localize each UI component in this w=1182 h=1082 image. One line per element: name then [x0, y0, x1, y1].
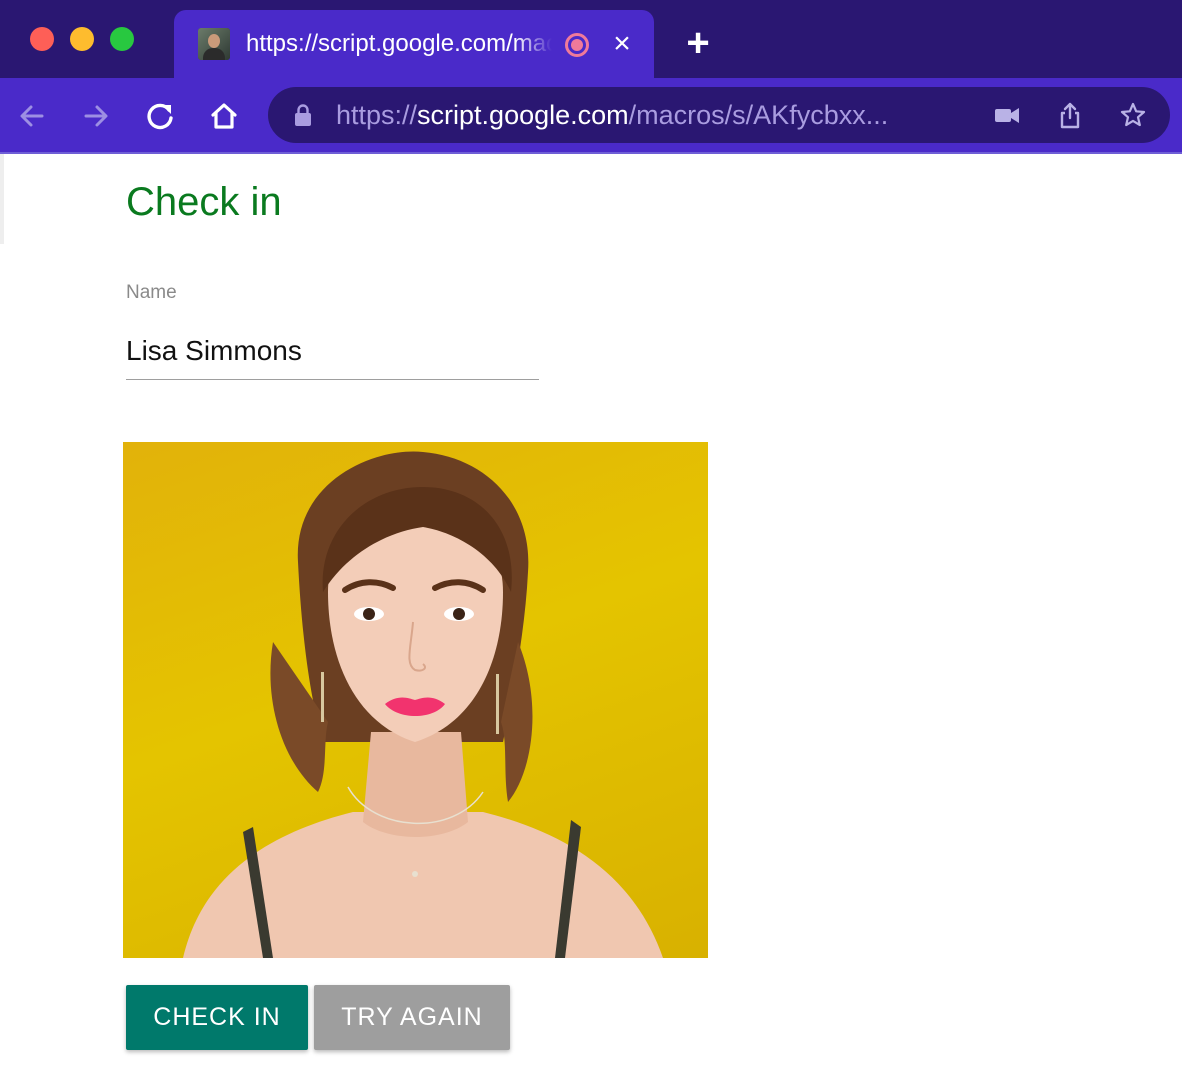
- forward-arrow-icon: [84, 105, 108, 127]
- recording-icon[interactable]: [565, 33, 589, 57]
- forward-button[interactable]: [76, 96, 116, 136]
- tab-close-button[interactable]: ×: [606, 28, 638, 60]
- new-tab-button[interactable]: +: [680, 23, 716, 63]
- home-button[interactable]: [204, 96, 244, 136]
- check-in-button[interactable]: CHECK IN: [126, 985, 308, 1050]
- profile-photo-icon: [198, 28, 230, 60]
- url-text[interactable]: https://script.google.com/macros/s/AKfyc…: [336, 97, 956, 133]
- back-button[interactable]: [12, 96, 52, 136]
- captured-face-photo: [123, 442, 708, 958]
- lock-icon: [295, 104, 311, 126]
- reload-icon: [147, 103, 173, 130]
- home-icon: [211, 103, 237, 129]
- back-arrow-icon: [20, 105, 44, 127]
- star-icon[interactable]: [1119, 101, 1147, 129]
- active-tab[interactable]: https://script.google.com/macros/s/AKfyc…: [174, 10, 654, 78]
- share-icon[interactable]: [1056, 101, 1084, 129]
- address-bar[interactable]: https://script.google.com/macros/s/AKfyc…: [268, 87, 1170, 143]
- tab-title: https://script.google.com/macros/s/AKfyc…: [246, 30, 552, 57]
- browser-tab-bar: https://script.google.com/macros/s/AKfyc…: [0, 0, 1182, 78]
- url-path: /macros/s/AKfycbxx: [628, 100, 866, 130]
- close-window-button[interactable]: [30, 27, 54, 51]
- url-scheme: https://: [336, 100, 418, 130]
- name-input[interactable]: [126, 322, 539, 380]
- toolbar-divider: [0, 152, 1182, 154]
- page-edge: [0, 154, 4, 244]
- reload-button[interactable]: [140, 96, 180, 136]
- url-host: script.google.com: [417, 100, 629, 130]
- portrait-image: [183, 451, 663, 958]
- minimize-window-button[interactable]: [70, 27, 94, 51]
- try-again-button[interactable]: TRY AGAIN: [314, 985, 510, 1050]
- zoom-window-button[interactable]: [110, 27, 134, 51]
- url-ellipsis: ...: [865, 100, 889, 130]
- name-field-label: Name: [126, 282, 177, 303]
- video-camera-icon[interactable]: [993, 101, 1021, 129]
- page-title: Check in: [126, 180, 282, 224]
- browser-toolbar: https://script.google.com/macros/s/AKfyc…: [0, 78, 1182, 152]
